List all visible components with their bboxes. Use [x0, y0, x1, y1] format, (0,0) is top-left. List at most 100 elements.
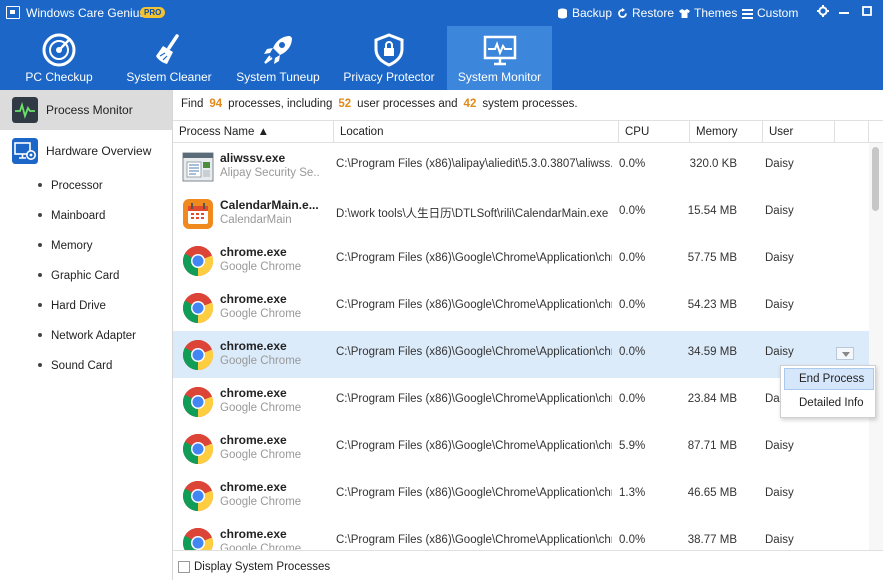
vertical-scrollbar[interactable]	[869, 143, 883, 550]
custom-button[interactable]: Custom	[742, 6, 798, 20]
radar-icon	[42, 33, 76, 67]
rocket-icon	[264, 36, 292, 64]
system-process-count: 42	[463, 98, 477, 110]
column-user[interactable]: User	[763, 121, 835, 143]
chrome-icon	[182, 386, 214, 418]
process-location: C:\Program Files (x86)\Google\Chrome\App…	[336, 346, 612, 358]
sidebar-sub-processor[interactable]: Processor	[38, 180, 103, 192]
menu-item-detailed-info[interactable]: Detailed Info	[784, 392, 874, 414]
tab-system-monitor[interactable]: System Monitor	[447, 26, 552, 90]
table-row[interactable]: chrome.exe Google Chrome C:\Program Files …	[173, 284, 869, 331]
sidebar-sub-sound-card[interactable]: Sound Card	[38, 360, 112, 372]
sidebar: Process Monitor Hardware Overview Proces…	[0, 90, 173, 580]
process-memory: 23.84 MB	[687, 393, 737, 405]
table-row[interactable]: chrome.exe Google Chrome C:\Program Files …	[173, 237, 869, 284]
process-description: Google Chrome	[220, 261, 302, 273]
scrollbar-thumb[interactable]	[872, 147, 879, 211]
main-toolbar: PC Checkup System Cleaner System Tuneup …	[0, 26, 883, 90]
table-header: Process Name ▲ Location CPU Memory User	[173, 120, 883, 143]
process-user: Daisy	[765, 158, 794, 170]
table-row[interactable]: chrome.exe Google Chrome C:\Program Files …	[173, 331, 869, 378]
sidebar-item-hardware-overview[interactable]: Hardware Overview	[0, 131, 172, 171]
sidebar-sub-label: Processor	[51, 180, 103, 192]
tab-system-tuneup[interactable]: System Tuneup	[235, 26, 321, 90]
total-process-count: 94	[209, 98, 223, 110]
sidebar-sub-label: Network Adapter	[51, 330, 137, 342]
display-system-processes-checkbox[interactable]	[178, 561, 190, 573]
process-name: chrome.exe	[220, 292, 287, 306]
process-cpu: 0.0%	[619, 534, 646, 546]
tab-pc-checkup[interactable]: PC Checkup	[16, 26, 102, 90]
title-bar: Windows Care Genius PRO Backup Restore T…	[0, 0, 883, 26]
hardware-gear-icon	[12, 138, 38, 164]
table-row[interactable]: aliwssv.exe Alipay Security Se... C:\Progr…	[173, 143, 869, 190]
sidebar-sub-memory[interactable]: Memory	[38, 240, 93, 252]
process-memory: 46.65 MB	[687, 487, 737, 499]
custom-menu-icon	[742, 8, 753, 19]
process-cpu: 0.0%	[619, 158, 646, 170]
maximize-button[interactable]	[860, 5, 874, 19]
bullet-icon	[38, 302, 42, 307]
process-memory: 57.75 MB	[687, 252, 737, 264]
tab-system-cleaner[interactable]: System Cleaner	[126, 26, 212, 90]
column-process-name[interactable]: Process Name ▲	[173, 121, 334, 143]
process-name: chrome.exe	[220, 433, 287, 447]
table-row[interactable]: chrome.exe Google Chrome C:\Program Files …	[173, 472, 869, 519]
chrome-icon	[182, 527, 214, 550]
restore-button[interactable]: Restore	[617, 6, 674, 20]
chrome-icon	[182, 480, 214, 512]
column-actions	[835, 121, 869, 143]
sidebar-item-process-monitor[interactable]: Process Monitor	[0, 90, 172, 130]
sidebar-item-label: Hardware Overview	[46, 144, 152, 158]
tab-privacy-protector[interactable]: Privacy Protector	[342, 26, 436, 90]
chrome-icon	[182, 292, 214, 324]
column-location[interactable]: Location	[334, 121, 619, 143]
themes-label: Themes	[694, 6, 738, 20]
process-cpu: 0.0%	[619, 252, 646, 264]
app-logo-icon	[6, 6, 20, 19]
column-memory[interactable]: Memory	[690, 121, 763, 143]
row-dropdown-icon[interactable]	[836, 347, 854, 360]
table-row[interactable]: chrome.exe Google Chrome C:\Program Files …	[173, 519, 869, 550]
minimize-icon	[839, 12, 849, 14]
summary-mid1: processes, including	[228, 98, 333, 110]
minimize-button[interactable]	[837, 5, 851, 19]
process-name: chrome.exe	[220, 339, 287, 353]
menu-item-end-process[interactable]: End Process	[784, 368, 874, 390]
bullet-icon	[38, 332, 42, 337]
table-row[interactable]: chrome.exe Google Chrome C:\Program Files …	[173, 378, 869, 425]
table-footer: Display System Processes	[173, 550, 883, 580]
user-process-count: 52	[338, 98, 352, 110]
process-description: Google Chrome	[220, 355, 302, 367]
tab-pc-checkup-label: PC Checkup	[25, 70, 93, 84]
themes-button[interactable]: Themes	[679, 6, 737, 20]
sidebar-sub-label: Memory	[51, 240, 93, 252]
settings-button[interactable]	[816, 5, 830, 19]
sidebar-sub-graphic-card[interactable]: Graphic Card	[38, 270, 119, 282]
bullet-icon	[38, 242, 42, 247]
sidebar-sub-network-adapter[interactable]: Network Adapter	[38, 330, 136, 342]
table-row[interactable]: CalendarMain.e... CalendarMain D:\work too…	[173, 190, 869, 237]
process-user: Daisy	[765, 487, 794, 499]
sidebar-sub-label: Sound Card	[51, 360, 113, 372]
sidebar-sub-mainboard[interactable]: Mainboard	[38, 210, 105, 222]
process-location: C:\Program Files (x86)\Google\Chrome\App…	[336, 440, 612, 452]
sidebar-sub-hard-drive[interactable]: Hard Drive	[38, 300, 106, 312]
bullet-icon	[38, 212, 42, 217]
backup-button[interactable]: Backup	[557, 6, 612, 20]
process-cpu: 5.9%	[619, 440, 646, 452]
process-location: C:\Program Files (x86)\alipay\aliedit\5.…	[336, 158, 612, 170]
process-location: C:\Program Files (x86)\Google\Chrome\App…	[336, 393, 612, 405]
process-name: CalendarMain.e...	[220, 198, 319, 212]
column-cpu[interactable]: CPU	[619, 121, 690, 143]
process-name: chrome.exe	[220, 245, 287, 259]
backup-label: Backup	[572, 6, 613, 20]
restore-icon	[617, 7, 628, 19]
process-context-menu: End Process Detailed Info	[780, 365, 876, 418]
process-memory: 320.0 KB	[689, 158, 737, 170]
process-user: Daisy	[765, 252, 794, 264]
table-row[interactable]: chrome.exe Google Chrome C:\Program Files …	[173, 425, 869, 472]
summary-prefix: Find	[181, 98, 204, 110]
bullet-icon	[38, 272, 42, 277]
app-title: Windows Care Genius	[26, 6, 146, 20]
